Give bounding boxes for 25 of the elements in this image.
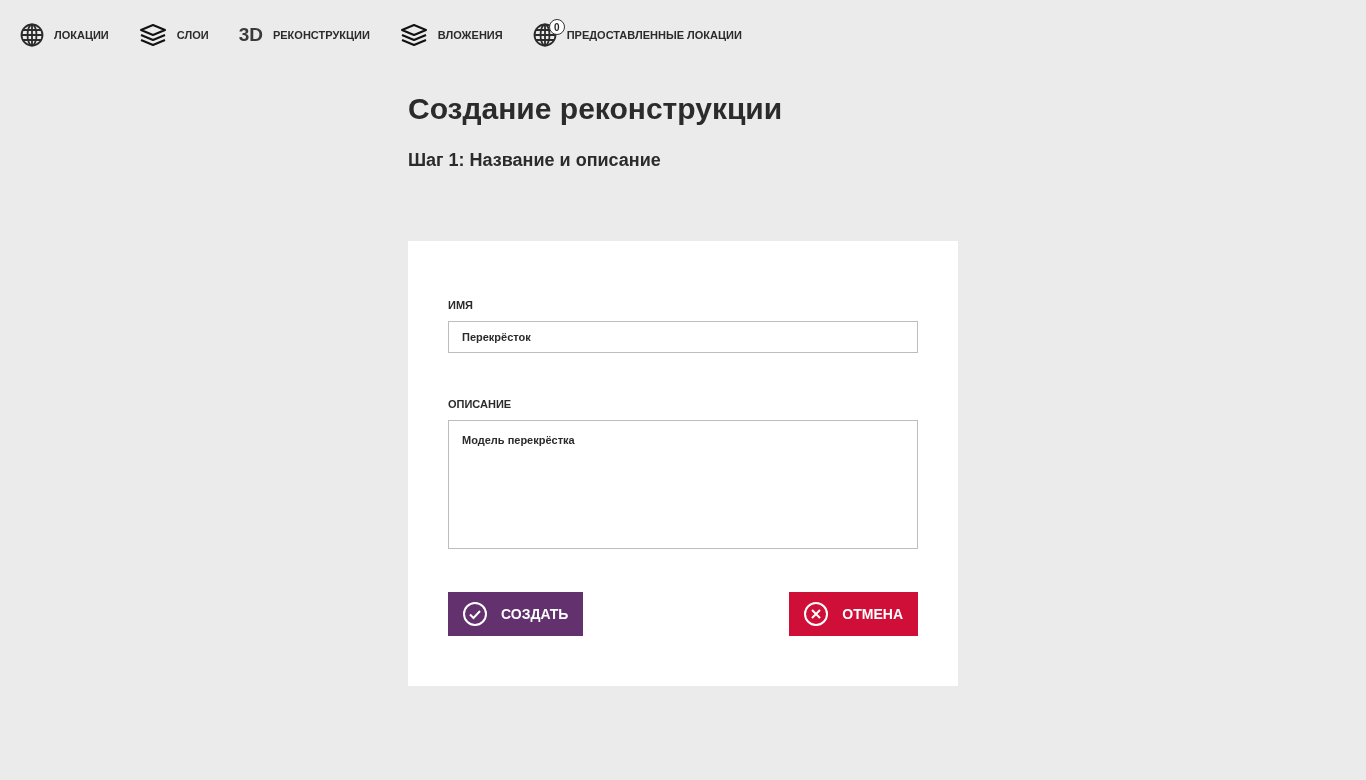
nav-label: ВЛОЖЕНИЯ bbox=[437, 29, 503, 41]
nav-label: СЛОИ bbox=[176, 29, 209, 41]
nav-link[interactable]: ЛОКАЦИИ bbox=[20, 23, 109, 47]
field-label: ОПИСАНИЕ bbox=[448, 398, 513, 410]
step-subtitle: Шаг 1: Название и описание bbox=[408, 150, 662, 171]
close-circle-icon bbox=[804, 602, 829, 626]
cancel-button[interactable]: ОТМЕНА bbox=[789, 592, 918, 636]
globe-icon bbox=[532, 23, 557, 47]
layers-icon bbox=[399, 23, 428, 47]
nav-link[interactable]: 3D РЕКОНСТРУКЦИИ bbox=[238, 24, 370, 46]
nav-link[interactable]: ВЛОЖЕНИЯ bbox=[399, 23, 503, 47]
3d-icon: 3D bbox=[238, 24, 263, 46]
layers-icon bbox=[138, 23, 167, 47]
check-circle-icon bbox=[463, 602, 487, 626]
nav-link[interactable]: СЛОИ bbox=[138, 23, 209, 47]
name-field[interactable]: Перекрёсток bbox=[448, 321, 918, 353]
create-button[interactable]: СОЗДАТЬ bbox=[448, 592, 584, 636]
nav-label: ЛОКАЦИИ bbox=[54, 29, 109, 41]
nav-label: РЕКОНСТРУКЦИИ bbox=[272, 29, 370, 41]
page-title: Создание реконструкции bbox=[408, 92, 784, 126]
globe-icon bbox=[20, 23, 44, 47]
field-label: ИМЯ bbox=[448, 299, 474, 311]
description-field[interactable]: Модель перекрёстка bbox=[448, 420, 918, 549]
count-badge: 0 bbox=[548, 19, 565, 35]
nav-label: ПРЕДОСТАВЛЕННЫЕ ЛОКАЦИИ bbox=[566, 29, 742, 41]
